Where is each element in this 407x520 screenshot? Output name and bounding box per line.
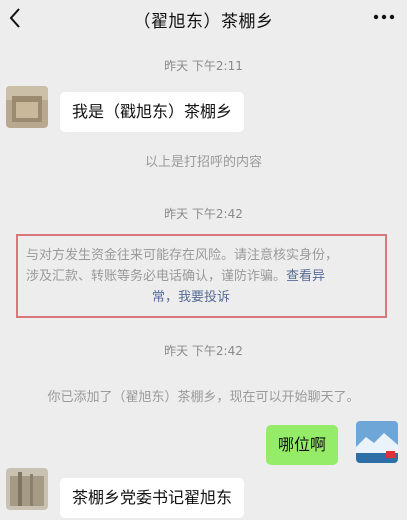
avatar-image	[6, 468, 48, 510]
view-anomaly-link[interactable]: 查看异	[286, 269, 325, 284]
contact-avatar[interactable]	[6, 86, 48, 128]
back-chevron-icon[interactable]	[4, 4, 30, 32]
timestamp: 昨天 下午2:11	[164, 59, 243, 73]
avatar-image	[356, 421, 398, 463]
warning-line: 涉及汇款、转账等务必电话确认，谨防诈骗。查看异	[26, 266, 388, 287]
risk-warning: 与对方发生资金往来可能存在风险。请注意核实身份， 涉及汇款、转账等务必电话确认，…	[26, 245, 388, 308]
report-link[interactable]: 我要投诉	[178, 290, 230, 305]
system-notice: 你已添加了（翟旭东）茶棚乡，现在可以开始聊天了。	[47, 390, 360, 405]
warning-line: 与对方发生资金往来可能存在风险。请注意核实身份，	[26, 248, 339, 263]
self-avatar[interactable]	[356, 421, 398, 463]
timestamp: 昨天 下午2:42	[164, 207, 243, 221]
chat-title: （翟旭东）茶棚乡	[133, 12, 274, 32]
incoming-message[interactable]: 我是（戳旭东）茶棚乡	[60, 92, 245, 132]
avatar-image	[6, 86, 48, 128]
top-bar: （翟旭东）茶棚乡	[0, 0, 407, 38]
timestamp: 昨天 下午2:42	[164, 344, 243, 358]
system-notice: 以上是打招呼的内容	[144, 155, 262, 170]
outgoing-message[interactable]: 哪位啊	[266, 425, 339, 465]
more-dots-icon[interactable]	[373, 12, 395, 22]
separator: ，	[165, 290, 179, 305]
warning-line: 常，我要投诉	[26, 287, 388, 308]
incoming-message[interactable]: 茶棚乡党委书记翟旭东	[60, 478, 245, 518]
view-anomaly-link[interactable]: 常	[152, 290, 165, 305]
contact-avatar[interactable]	[6, 468, 48, 510]
warning-text: 涉及汇款、转账等务必电话确认，谨防诈骗。	[26, 269, 287, 284]
